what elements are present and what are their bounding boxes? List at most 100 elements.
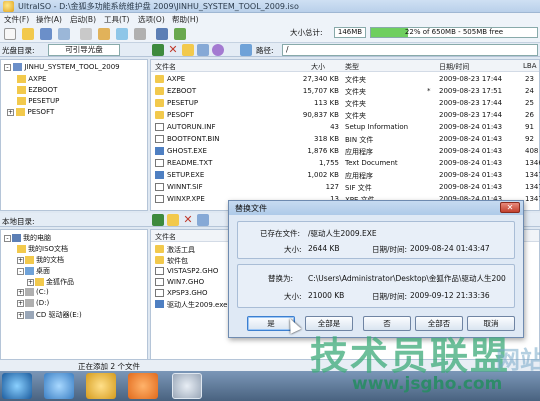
up-folder-icon[interactable]: [152, 44, 164, 56]
expand-toggle[interactable]: -: [4, 64, 11, 71]
properties-icon[interactable]: [156, 28, 168, 40]
path-field[interactable]: /: [282, 44, 538, 56]
tree-row[interactable]: + PESOFT: [7, 108, 54, 116]
table-row[interactable]: WINNT.SIF 127 SIF 文件 2009-08-24 01:43 1347: [151, 182, 540, 193]
col-date[interactable]: 日期/时间: [439, 62, 469, 72]
folder-icon: [155, 111, 164, 119]
local-tree-row[interactable]: + 金狐作品: [27, 277, 74, 287]
add-files-icon[interactable]: [98, 28, 110, 40]
tree-label: AXPE: [28, 75, 47, 83]
tree-row[interactable]: EZBOOT: [17, 86, 57, 94]
table-row[interactable]: PESOFT 90,837 KB 文件夹 2009-08-23 17:44 26: [151, 110, 539, 121]
file-name: PESOFT: [167, 111, 194, 119]
mount-icon[interactable]: [134, 28, 146, 40]
expand-toggle[interactable]: -: [17, 268, 24, 275]
boot-type-field[interactable]: 可引导光盘: [48, 44, 120, 56]
menu-help[interactable]: 帮助(H): [172, 14, 199, 25]
file-lba: 408: [525, 147, 539, 155]
expand-toggle[interactable]: -: [4, 235, 11, 242]
ie-icon[interactable]: [44, 373, 74, 399]
start-button[interactable]: [2, 373, 32, 399]
file-icon: [155, 159, 164, 167]
file-name: 软件包: [167, 257, 188, 265]
table-row[interactable]: GHOST.EXE 1,876 KB 应用程序 2009-08-24 01:43 408: [151, 146, 539, 157]
delete-icon[interactable]: ✕: [167, 44, 179, 56]
tree-label: CD 驱动器(E:): [36, 311, 82, 319]
rename-icon[interactable]: [197, 44, 209, 56]
file-lba: 1347: [525, 183, 540, 191]
existing-path: /驱动人生2009.EXE: [308, 229, 377, 238]
local-delete-icon[interactable]: ✕: [182, 214, 194, 226]
existing-size-label: 大小:: [284, 245, 302, 254]
extract-icon[interactable]: [80, 28, 92, 40]
burn-icon[interactable]: [116, 28, 128, 40]
expand-toggle[interactable]: +: [17, 257, 24, 264]
local-tree-row[interactable]: 我的ISO文档: [17, 244, 68, 254]
expand-toggle[interactable]: +: [27, 279, 34, 286]
local-dir-label: 本地目录:: [2, 217, 35, 226]
file-name: VISTASP2.GHO: [167, 267, 219, 275]
col-type[interactable]: 类型: [345, 62, 359, 72]
file-lba: 23: [525, 75, 534, 83]
menu-file[interactable]: 文件(F): [4, 14, 29, 25]
menu-options[interactable]: 选项(O): [138, 14, 165, 25]
local-tree-row[interactable]: + (D:): [17, 299, 49, 307]
expand-toggle[interactable]: +: [7, 109, 14, 116]
table-row[interactable]: PESETUP 113 KB 文件夹 2009-08-23 17:44 25: [151, 98, 539, 109]
folder-icon: [155, 256, 164, 264]
open-icon[interactable]: [22, 28, 34, 40]
tree-label: JINHU_SYSTEM_TOOL_2009: [24, 63, 120, 71]
folder-icon: [155, 87, 164, 95]
new-icon[interactable]: [4, 28, 16, 40]
tree-row[interactable]: PESETUP: [17, 97, 59, 105]
expand-toggle[interactable]: +: [17, 300, 24, 307]
tree-label: (D:): [36, 299, 50, 307]
close-icon[interactable]: ✕: [500, 202, 520, 213]
col-size[interactable]: 大小: [311, 62, 325, 72]
local-tree-row[interactable]: + CD 驱动器(E:): [17, 310, 82, 320]
expand-toggle[interactable]: +: [17, 312, 24, 319]
new-folder-icon[interactable]: [182, 44, 194, 56]
explorer-icon[interactable]: [86, 373, 116, 399]
folder-icon: [17, 245, 26, 253]
table-row[interactable]: SETUP.EXE 1,002 KB 应用程序 2009-08-24 01:43 134…: [151, 170, 540, 181]
help-icon[interactable]: [174, 28, 186, 40]
local-tree-row[interactable]: - 桌面: [17, 266, 50, 276]
app-icon: [3, 1, 14, 12]
table-row[interactable]: README.TXT 1,755 Text Document 2009-08-24 0…: [151, 158, 540, 169]
exe-icon: [155, 147, 164, 155]
exe-icon: [155, 300, 164, 308]
local-up-icon[interactable]: [152, 214, 164, 226]
table-row[interactable]: AXPE 27,340 KB 文件夹 2009-08-23 17:44 23: [151, 74, 539, 85]
local-tree-row[interactable]: + (C:): [17, 288, 49, 296]
table-row[interactable]: EZBOOT 15,707 KB * 文件夹 2009-08-23 17:51 24: [151, 86, 539, 97]
save-as-icon[interactable]: [58, 28, 70, 40]
local-new-folder-icon[interactable]: [167, 214, 179, 226]
local-tree-row[interactable]: + 我的文档: [17, 255, 64, 265]
save-icon[interactable]: [40, 28, 52, 40]
file-date: 2009-08-23 17:44: [439, 99, 503, 107]
file-size: 1,876 KB: [307, 147, 339, 155]
table-row[interactable]: BOOTFONT.BIN 318 KB BIN 文件 2009-08-24 01:43…: [151, 134, 539, 145]
settings-icon[interactable]: [212, 44, 224, 56]
expand-toggle[interactable]: +: [17, 289, 24, 296]
media-player-icon[interactable]: [128, 373, 158, 399]
file-date: 2009-08-24 01:43: [439, 183, 503, 191]
col-lba[interactable]: LBA: [523, 62, 537, 70]
menu-boot[interactable]: 启动(B): [70, 14, 96, 25]
local-tree-row[interactable]: - 我的电脑: [4, 233, 51, 243]
tree-row[interactable]: AXPE: [17, 75, 46, 83]
ultraiso-task-icon[interactable]: [172, 373, 202, 399]
local-refresh-icon[interactable]: [197, 214, 209, 226]
file-name: WIN7.GHO: [167, 278, 205, 286]
menu-actions[interactable]: 操作(A): [36, 14, 62, 25]
local-col-name[interactable]: 文件名: [155, 232, 176, 242]
menu-tools[interactable]: 工具(T): [104, 14, 129, 25]
file-type: 文件夹: [345, 76, 366, 84]
file-name: SETUP.EXE: [167, 171, 205, 179]
dialog-title-bar: 替换文件: [229, 201, 523, 215]
table-row[interactable]: AUTORUN.INF 43 Setup Information 2009-08-24…: [151, 122, 539, 133]
view-icon[interactable]: [240, 44, 252, 56]
tree-row-root[interactable]: - JINHU_SYSTEM_TOOL_2009: [4, 63, 120, 71]
col-name[interactable]: 文件名: [155, 62, 176, 72]
